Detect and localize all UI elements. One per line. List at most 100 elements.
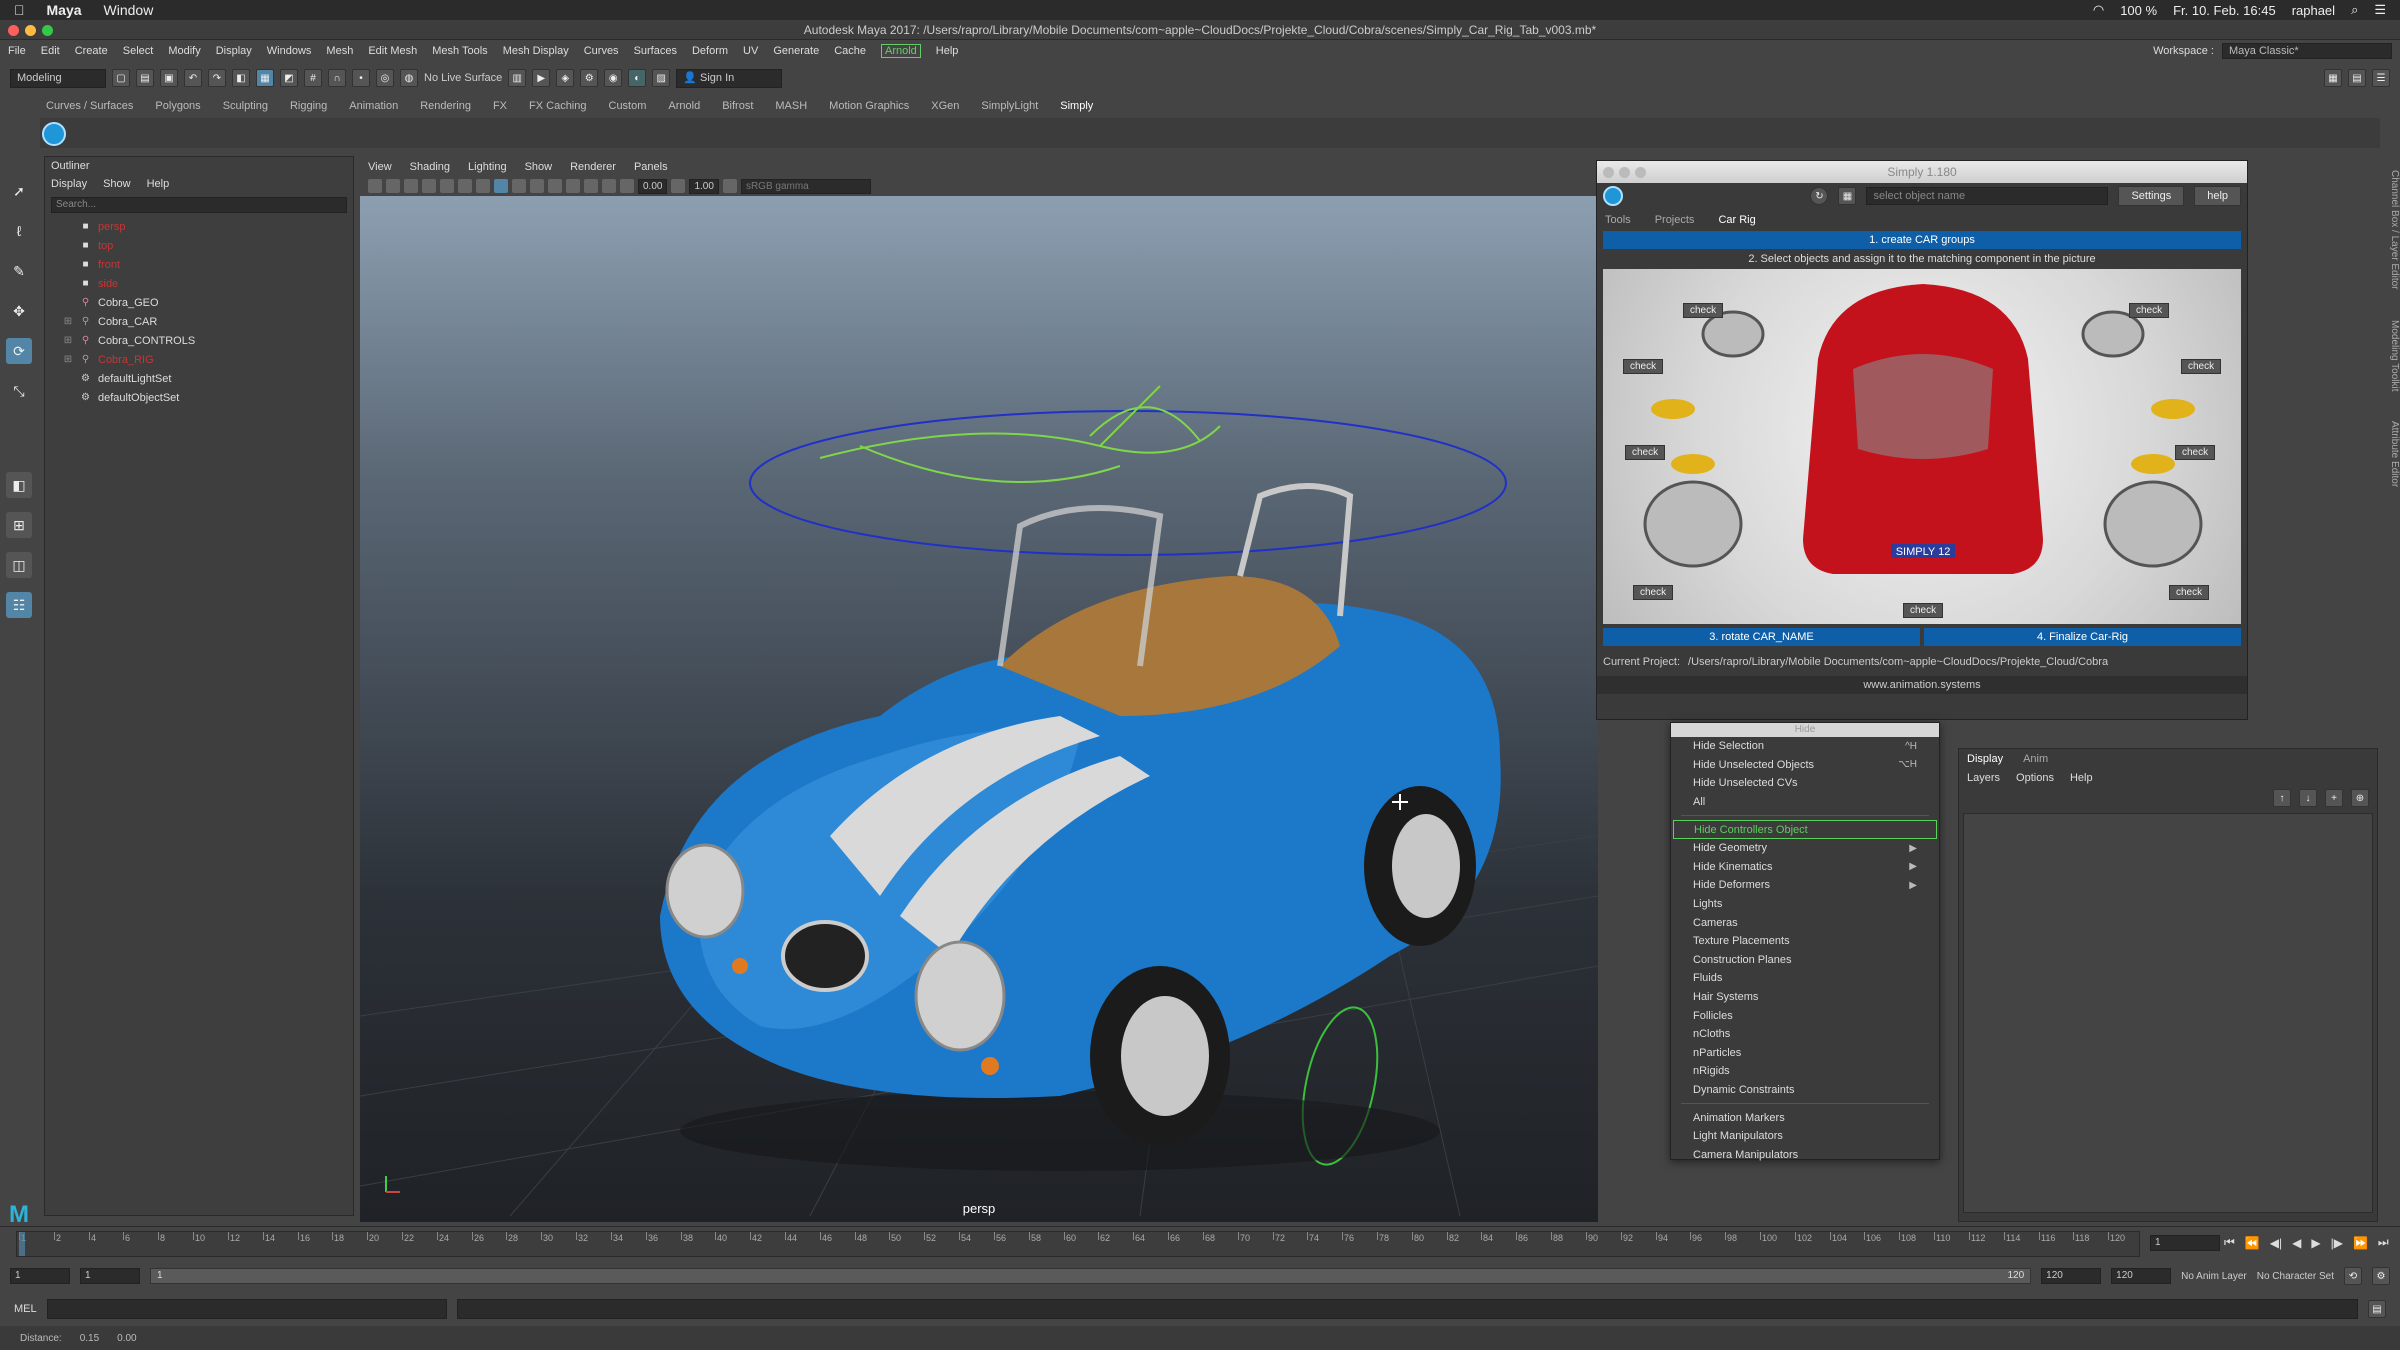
hide-menu-item[interactable]: Dynamic Constraints — [1671, 1081, 1939, 1100]
menu-list-icon[interactable]: ☰ — [2374, 2, 2386, 18]
outliner-search[interactable]: Search... — [51, 197, 347, 213]
hide-menu-item[interactable]: Follicles — [1671, 1006, 1939, 1025]
command-language-label[interactable]: MEL — [14, 1303, 37, 1315]
user-name[interactable]: raphael — [2292, 3, 2335, 18]
battery-label[interactable]: 100 % — [2120, 3, 2157, 18]
menu-cache[interactable]: Cache — [834, 45, 866, 57]
simply-minimize-icon[interactable] — [1619, 167, 1630, 178]
play-forwards-icon[interactable]: ▶ — [2311, 1236, 2320, 1250]
select-hierarchy-icon[interactable]: ◧ — [232, 69, 250, 87]
shelf-tab-fx-caching[interactable]: FX Caching — [529, 100, 586, 112]
vp-menu-lighting[interactable]: Lighting — [468, 161, 507, 173]
menu-edit-mesh[interactable]: Edit Mesh — [368, 45, 417, 57]
hide-menu-item[interactable]: Construction Planes — [1671, 951, 1939, 970]
new-layer-selected-icon[interactable]: ⊕ — [2351, 789, 2369, 807]
grid-icon[interactable] — [422, 179, 436, 193]
menu-select[interactable]: Select — [123, 45, 154, 57]
playback-end-field[interactable]: 120 — [2041, 1268, 2102, 1284]
help-button[interactable]: help — [2194, 186, 2241, 206]
layer-menu-layers[interactable]: Layers — [1967, 772, 2000, 784]
hide-menu-item[interactable]: Camera Manipulators — [1671, 1145, 1939, 1164]
shelf-tab-motion-graphics[interactable]: Motion Graphics — [829, 100, 909, 112]
textured-icon[interactable] — [512, 179, 526, 193]
shelf-tab-simply[interactable]: Simply — [1060, 100, 1093, 112]
resolution-gate-icon[interactable] — [458, 179, 472, 193]
step-back-frame-icon[interactable]: ◀| — [2270, 1236, 2282, 1250]
hide-menu-item[interactable]: nParticles — [1671, 1044, 1939, 1063]
channel-box-icon[interactable]: ☰ — [2372, 69, 2390, 87]
outliner-item[interactable]: ■ top — [45, 236, 353, 255]
menu-modify[interactable]: Modify — [168, 45, 200, 57]
shelf-tab-curves-surfaces[interactable]: Curves / Surfaces — [46, 100, 133, 112]
hide-menu-item[interactable]: All — [1671, 793, 1939, 812]
image-plane-icon[interactable] — [404, 179, 418, 193]
shelf-tab-animation[interactable]: Animation — [349, 100, 398, 112]
isolate-select-icon[interactable] — [584, 179, 598, 193]
step-forward-key-icon[interactable]: ⏩ — [2353, 1236, 2368, 1250]
snap-view-icon[interactable]: ◎ — [376, 69, 394, 87]
live-surface-icon[interactable]: ◍ — [400, 69, 418, 87]
go-to-start-icon[interactable]: ⏮ — [2224, 1235, 2235, 1250]
script-editor-icon[interactable]: ▤ — [2368, 1300, 2386, 1318]
arnold-render-icon[interactable]: ◐ — [628, 69, 647, 87]
gamma-field[interactable]: 1.00 — [689, 178, 719, 194]
hide-menu-item[interactable]: Hide Deformers ▶ — [1671, 876, 1939, 895]
outliner-item[interactable]: ■ persp — [45, 217, 353, 236]
shelf-tab-sculpting[interactable]: Sculpting — [223, 100, 268, 112]
modeling-toolkit-icon[interactable]: ▨ — [652, 69, 671, 87]
current-time-marker[interactable] — [19, 1232, 25, 1256]
spotlight-icon[interactable]: ⌕ — [2351, 2, 2358, 18]
shelf-tab-fx[interactable]: FX — [493, 100, 507, 112]
finalize-car-rig-button[interactable]: 4. Finalize Car-Rig — [1924, 628, 2241, 646]
new-scene-icon[interactable]: ▢ — [112, 69, 130, 87]
current-frame-field[interactable]: 1 — [2150, 1235, 2220, 1251]
two-pane-icon[interactable]: ◫ — [6, 552, 32, 578]
apple-icon[interactable]:  — [14, 2, 25, 18]
simply-close-icon[interactable] — [1603, 167, 1614, 178]
save-scene-icon[interactable]: ▣ — [160, 69, 178, 87]
clock[interactable]: Fr. 10. Feb. 16:45 — [2173, 3, 2276, 18]
simply-zoom-icon[interactable] — [1635, 167, 1646, 178]
color-management-icon[interactable] — [722, 179, 737, 193]
render-settings-icon[interactable]: ⚙ — [580, 69, 599, 87]
vp-menu-panels[interactable]: Panels — [634, 161, 668, 173]
app-menu[interactable]: Maya — [47, 2, 82, 18]
vp-menu-show[interactable]: Show — [525, 161, 553, 173]
vp-menu-renderer[interactable]: Renderer — [570, 161, 616, 173]
grid-view-icon[interactable]: ▦ — [1838, 187, 1857, 205]
wifi-icon[interactable]: ◠ — [2093, 2, 2104, 18]
check-front-left-caliper[interactable]: check — [1623, 359, 1664, 374]
hide-menu-item[interactable]: nRigids — [1671, 1062, 1939, 1081]
menu-windows[interactable]: Windows — [267, 45, 312, 57]
cobra-car-model[interactable] — [660, 483, 1501, 1171]
shelf-tab-simplylight[interactable]: SimplyLight — [981, 100, 1038, 112]
check-front-right-wheel[interactable]: check — [2129, 303, 2170, 318]
ssao-icon[interactable] — [566, 179, 580, 193]
outliner-item[interactable]: ■ side — [45, 274, 353, 293]
menuset-dropdown[interactable]: Modeling — [10, 68, 106, 88]
hide-menu-item[interactable]: Hide Kinematics ▶ — [1671, 858, 1939, 877]
redo-icon[interactable]: ↷ — [208, 69, 226, 87]
hide-menu-item[interactable]: Hide Unselected Objects ⌥H — [1671, 756, 1939, 775]
playback-start-field[interactable]: 1 — [80, 1268, 140, 1284]
side-tab-attribute-editor[interactable]: Attribute Editor — [2382, 421, 2400, 487]
auto-key-icon[interactable]: ⟲ — [2344, 1267, 2362, 1285]
zoom-icon[interactable] — [42, 25, 53, 36]
range-end-handle-label[interactable]: 120 — [2007, 1269, 2024, 1283]
command-input[interactable] — [46, 1299, 447, 1319]
check-front-left-wheel[interactable]: check — [1683, 303, 1724, 318]
undo-icon[interactable]: ↶ — [184, 69, 202, 87]
window-menu[interactable]: Window — [104, 2, 154, 18]
hide-menu-item[interactable]: Hair Systems — [1671, 988, 1939, 1007]
menu-curves[interactable]: Curves — [584, 45, 619, 57]
bookmark-icon[interactable] — [386, 179, 400, 193]
move-layer-up-icon[interactable]: ↑ — [2273, 789, 2291, 807]
tab-car-rig[interactable]: Car Rig — [1718, 214, 1755, 226]
shelf-tab-xgen[interactable]: XGen — [931, 100, 959, 112]
vp-menu-shading[interactable]: Shading — [410, 161, 450, 173]
toggle-sidebar-icon[interactable]: ▤ — [2348, 69, 2366, 87]
layer-menu-help[interactable]: Help — [2070, 772, 2093, 784]
lights-icon[interactable] — [530, 179, 544, 193]
exposure-icon[interactable] — [620, 179, 634, 193]
check-rear-left-wheel[interactable]: check — [1633, 585, 1674, 600]
